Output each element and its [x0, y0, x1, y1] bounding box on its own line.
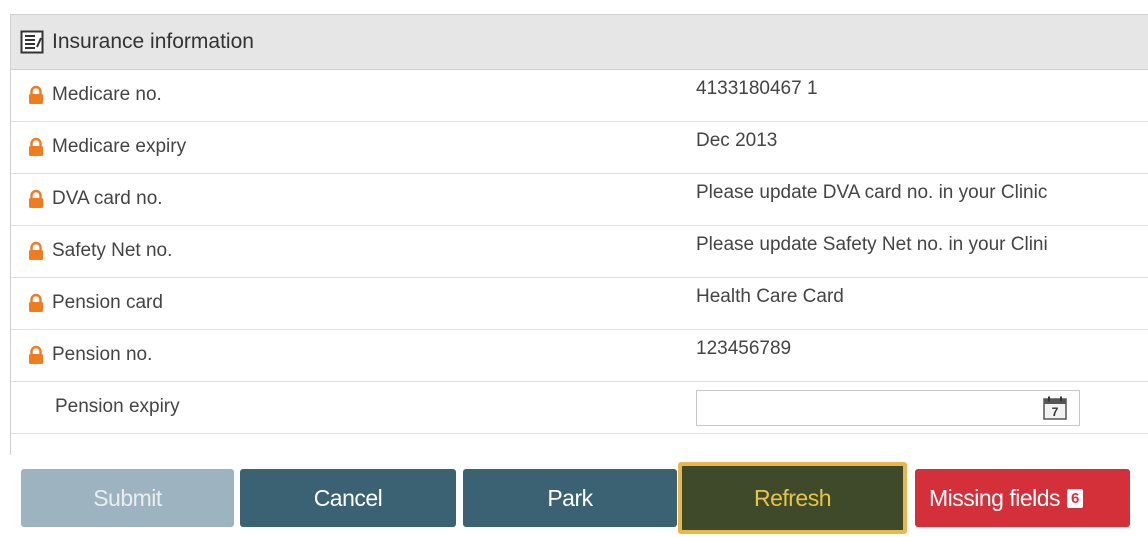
field-value: Dec 2013 [696, 130, 778, 151]
lock-icon [26, 293, 46, 313]
field-row-safety-net-no: Safety Net no. Please update Safety Net … [11, 226, 1148, 278]
missing-count-badge: 6 [1067, 488, 1084, 508]
panel-header: Insurance information [11, 15, 1148, 70]
park-button[interactable]: Park [463, 469, 677, 527]
field-label: Pension no. [52, 344, 153, 365]
pension-expiry-input[interactable] [696, 390, 1080, 426]
field-label: Pension card [52, 292, 163, 313]
section-title: Insurance information [52, 30, 254, 53]
field-row-dva-card-no: DVA card no. Please update DVA card no. … [11, 174, 1148, 226]
submit-button[interactable]: Submit [21, 469, 234, 527]
action-button-bar: Submit Cancel Park Refresh Missing field… [0, 456, 1148, 537]
calendar-icon[interactable]: 7 [1042, 395, 1068, 421]
field-row-medicare-expiry: Medicare expiry Dec 2013 [11, 122, 1148, 174]
lock-icon [26, 137, 46, 157]
missing-fields-button[interactable]: Missing fields 6 [915, 469, 1130, 527]
lock-icon [26, 345, 46, 365]
field-label: Safety Net no. [52, 240, 173, 261]
field-row-pension-no: Pension no. 123456789 [11, 330, 1148, 382]
field-row-pension-expiry: Pension expiry 7 [11, 382, 1148, 434]
field-label: Pension expiry [55, 396, 180, 417]
lock-icon [26, 85, 46, 105]
insurance-panel: Insurance information Medicare no. 41331… [10, 14, 1148, 455]
field-label: Medicare no. [52, 84, 162, 105]
cancel-button[interactable]: Cancel [240, 469, 456, 527]
field-value: 4133180467 1 [696, 78, 818, 99]
field-value: Please update Safety Net no. in your Cli… [696, 234, 1048, 255]
field-value: Please update DVA card no. in your Clini… [696, 182, 1048, 203]
field-label: DVA card no. [52, 188, 163, 209]
field-row-pension-card: Pension card Health Care Card [11, 278, 1148, 330]
lock-icon [26, 241, 46, 261]
form-list-icon [20, 30, 44, 54]
field-value: 123456789 [696, 338, 792, 359]
refresh-button[interactable]: Refresh [678, 462, 907, 534]
lock-icon [26, 189, 46, 209]
field-row-medicare-no: Medicare no. 4133180467 1 [11, 70, 1148, 122]
svg-text:7: 7 [1052, 405, 1059, 419]
field-label: Medicare expiry [52, 136, 187, 157]
missing-fields-label: Missing fields [929, 484, 1061, 511]
field-value: Health Care Card [696, 286, 844, 307]
